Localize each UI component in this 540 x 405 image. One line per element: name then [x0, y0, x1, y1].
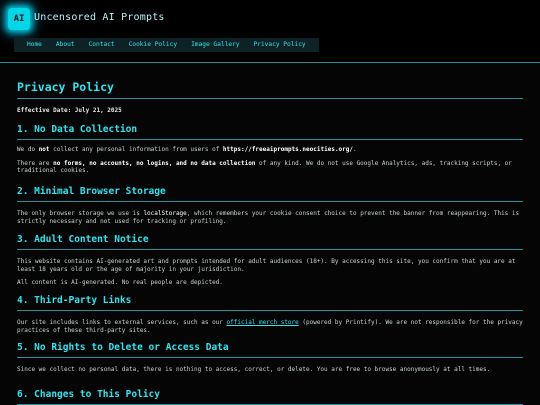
text: Our site includes links to external serv…	[17, 319, 227, 326]
site-header: AI Uncensored AI Prompts Home About Cont…	[0, 0, 540, 64]
section-paragraph: Our site includes links to external serv…	[17, 319, 523, 334]
main-nav: Home About Contact Cookie Policy Image G…	[14, 38, 319, 52]
section-paragraph: The only browser storage we use is local…	[17, 210, 523, 225]
nav-about[interactable]: About	[49, 38, 82, 52]
section-minimal-browser-storage: 2. Minimal Browser Storage The only brow…	[17, 186, 523, 225]
section-paragraph: There are no forms, no accounts, no logi…	[17, 160, 523, 175]
nav-cookie-policy[interactable]: Cookie Policy	[122, 38, 184, 52]
text: collect any personal information from us…	[49, 146, 223, 153]
section-heading: 2. Minimal Browser Storage	[17, 186, 523, 202]
section-heading: 6. Changes to This Policy	[17, 389, 523, 405]
text: There are	[17, 159, 54, 167]
section-paragraph: Since we collect no personal data, there…	[17, 366, 491, 373]
policy-content: Privacy Policy Effective Date: July 21, …	[17, 80, 523, 405]
nav-image-gallery[interactable]: Image Gallery	[184, 38, 246, 52]
section-adult-content-notice: 3. Adult Content Notice This website con…	[17, 234, 523, 287]
text: .	[352, 146, 357, 153]
site-logo[interactable]: AI	[8, 8, 30, 30]
site-url: https://freeaiprompts.neocities.org/	[222, 146, 353, 153]
text: The only browser storage we use is	[17, 210, 144, 217]
code-term: localStorage	[143, 210, 187, 217]
effective-date: Effective Date: July 21, 2025	[17, 107, 122, 114]
section-no-data-collection: 1. No Data Collection We do not collect …	[17, 124, 523, 175]
emphasis: not	[38, 146, 50, 153]
emphasis: no forms, no accounts, no logins, and no…	[53, 159, 256, 167]
section-heading: 5. No Rights to Delete or Access Data	[17, 342, 523, 358]
section-paragraph: All content is AI-generated. No real peo…	[17, 279, 223, 286]
section-changes-to-policy: 6. Changes to This Policy	[17, 389, 523, 405]
nav-home[interactable]: Home	[20, 38, 49, 52]
nav-privacy-policy[interactable]: Privacy Policy	[247, 38, 313, 52]
section-paragraph: We do not collect any personal informati…	[17, 146, 523, 154]
section-heading: 3. Adult Content Notice	[17, 234, 523, 250]
section-heading: 1. No Data Collection	[17, 124, 523, 140]
section-paragraph: This website contains AI-generated art a…	[17, 258, 516, 273]
page-title: Privacy Policy	[17, 80, 523, 99]
section-no-rights-delete-access: 5. No Rights to Delete or Access Data Si…	[17, 342, 523, 374]
text: We do	[17, 146, 39, 153]
header-divider	[0, 62, 540, 63]
merch-store-link[interactable]: official merch store	[227, 319, 299, 326]
nav-contact[interactable]: Contact	[82, 38, 122, 52]
site-title[interactable]: Uncensored AI Prompts	[34, 12, 165, 23]
section-third-party-links: 4. Third-Party Links Our site includes l…	[17, 295, 523, 334]
section-heading: 4. Third-Party Links	[17, 295, 523, 311]
